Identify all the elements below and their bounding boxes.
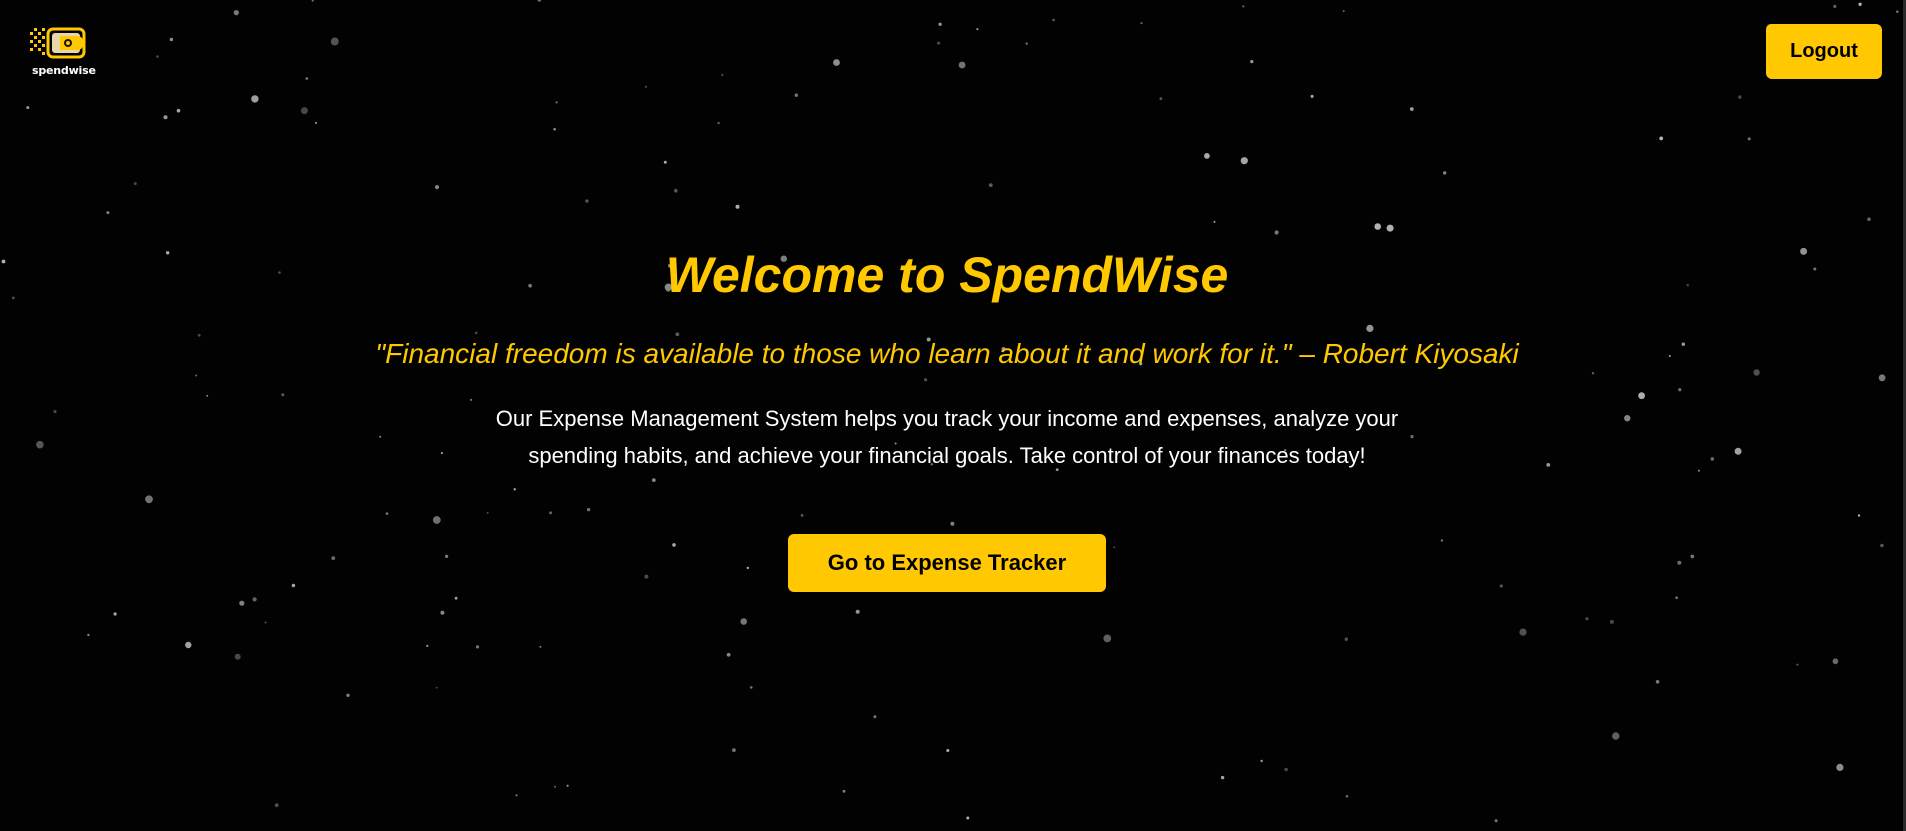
hero-section: Welcome to SpendWise "Financial freedom … (0, 0, 1894, 831)
hero-description: Our Expense Management System helps you … (495, 406, 1399, 468)
go-to-expense-tracker-button[interactable]: Go to Expense Tracker (788, 534, 1106, 592)
landing-page: spendwise Logout Welcome to SpendWise "F… (0, 0, 1906, 831)
hero-title: Welcome to SpendWise (665, 247, 1229, 303)
star-dot (1896, 10, 1899, 13)
hero-quote: "Financial freedom is available to those… (375, 338, 1519, 369)
